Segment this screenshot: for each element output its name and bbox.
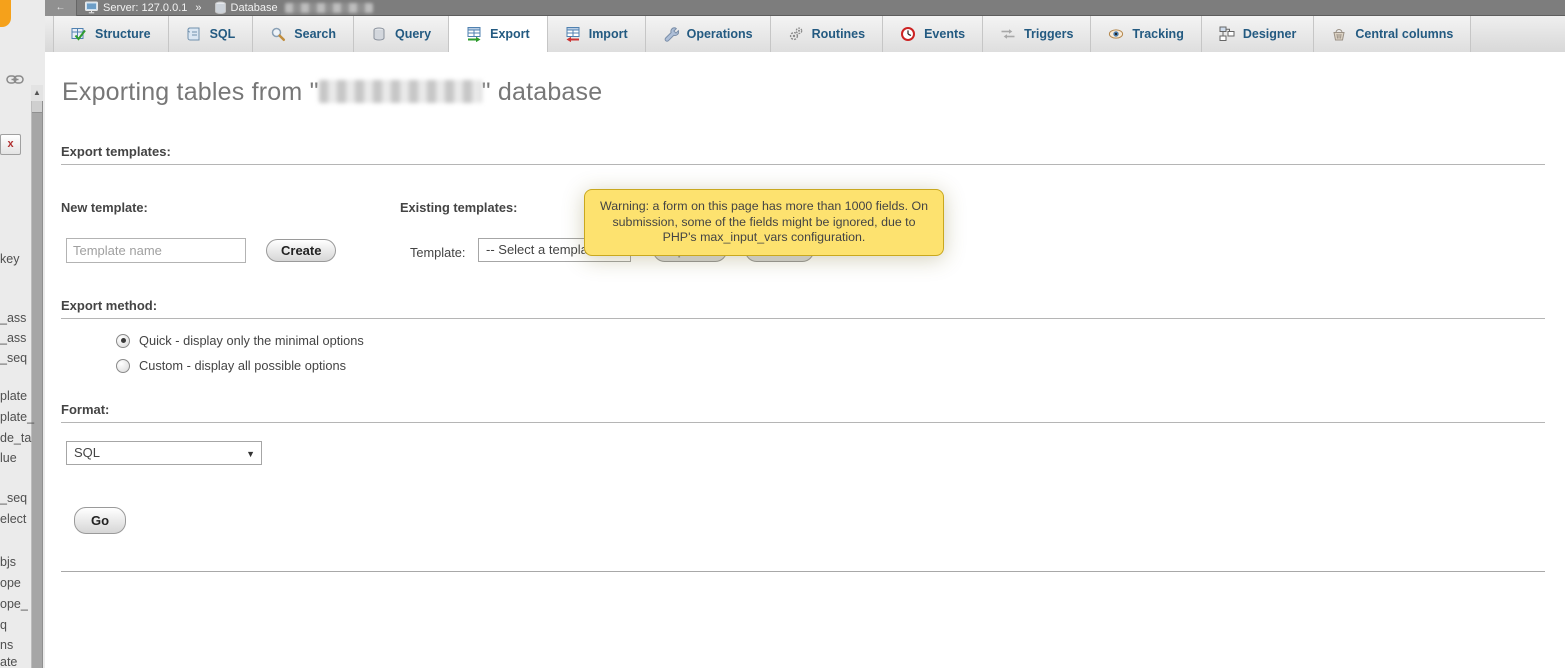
- custom-radio-button[interactable]: [116, 359, 130, 373]
- nav-item-fragment[interactable]: key: [0, 253, 19, 266]
- tab-triggers[interactable]: Triggers: [983, 16, 1091, 52]
- tab-sql[interactable]: SQL: [169, 16, 254, 52]
- nav-item-fragment[interactable]: ope_: [0, 598, 28, 611]
- tab-central-columns[interactable]: Central columns: [1314, 16, 1471, 52]
- events-icon: [900, 26, 916, 42]
- max-input-vars-warning: Warning: a form on this page has more th…: [584, 189, 944, 256]
- link-icon[interactable]: [6, 73, 24, 86]
- tab-label: Designer: [1243, 27, 1297, 41]
- new-template-label: New template:: [61, 200, 148, 215]
- format-select[interactable]: SQL ▼: [66, 441, 262, 465]
- breadcrumb-separator: »: [195, 0, 201, 16]
- tab-label: Tracking: [1132, 27, 1183, 41]
- tab-export[interactable]: Export: [449, 16, 548, 52]
- redacted-database-name: [285, 3, 373, 13]
- breadcrumb-server[interactable]: Server: 127.0.0.1: [103, 0, 187, 16]
- routines-icon: [788, 26, 804, 42]
- tracking-icon: [1108, 26, 1124, 42]
- tab-label: Routines: [812, 27, 865, 41]
- nav-item-fragment[interactable]: bjs: [0, 556, 16, 569]
- tab-label: Query: [395, 27, 431, 41]
- tab-structure[interactable]: Structure: [53, 16, 169, 52]
- tab-bar: Structure SQL Search Query Export Import Opera…: [45, 16, 1565, 52]
- search-icon: [270, 26, 286, 42]
- tab-routines[interactable]: Routines: [771, 16, 883, 52]
- tab-label: Export: [490, 27, 530, 41]
- nav-item-fragment[interactable]: ate: [0, 656, 17, 668]
- operations-icon: [663, 26, 679, 42]
- structure-icon: [71, 26, 87, 42]
- designer-icon: [1219, 26, 1235, 42]
- export-icon: [466, 26, 482, 42]
- navigation-panel: ▲ x key_ass_ass_seqplateplate_de_talue_s…: [0, 0, 45, 668]
- tab-label: Structure: [95, 27, 151, 41]
- tab-label: Import: [589, 27, 628, 41]
- custom-radio-label[interactable]: Custom - display all possible options: [139, 358, 346, 373]
- tab-designer[interactable]: Designer: [1202, 16, 1315, 52]
- existing-templates-label: Existing templates:: [400, 200, 517, 215]
- template-name-input[interactable]: [66, 238, 246, 263]
- quick-radio-label[interactable]: Quick - display only the minimal options: [139, 333, 364, 348]
- nav-item-fragment[interactable]: ns: [0, 639, 13, 652]
- breadcrumb-database[interactable]: Database: [231, 0, 278, 16]
- back-button[interactable]: ←: [45, 0, 77, 16]
- export-templates-section-title: Export templates:: [61, 144, 1545, 165]
- tab-label: Operations: [687, 27, 753, 41]
- nav-item-fragment[interactable]: plate_: [0, 411, 34, 424]
- nav-item-fragment[interactable]: _ass: [0, 332, 26, 345]
- tab-label: Triggers: [1024, 27, 1073, 41]
- tab-label: Search: [294, 27, 336, 41]
- server-icon: [85, 1, 99, 14]
- format-section-title: Format:: [61, 402, 1545, 423]
- page-title-suffix: " database: [482, 78, 603, 106]
- tab-tracking[interactable]: Tracking: [1091, 16, 1201, 52]
- page-title: Exporting tables from " " database: [62, 78, 602, 107]
- tab-operations[interactable]: Operations: [646, 16, 771, 52]
- export-method-custom-option: Custom - display all possible options: [116, 358, 346, 373]
- triggers-icon: [1000, 26, 1016, 42]
- database-icon: [214, 1, 227, 15]
- nav-item-fragment[interactable]: _seq: [0, 352, 27, 365]
- nav-item-fragment[interactable]: elect: [0, 513, 26, 526]
- nav-item-fragment[interactable]: _ass: [0, 312, 26, 325]
- quick-radio-button[interactable]: [116, 334, 130, 348]
- go-button[interactable]: Go: [74, 507, 126, 534]
- query-icon: [371, 26, 387, 42]
- tab-query[interactable]: Query: [354, 16, 449, 52]
- phpmyadmin-export-page: ▲ x key_ass_ass_seqplateplate_de_talue_s…: [0, 0, 1565, 668]
- nav-item-fragment[interactable]: q: [0, 619, 7, 632]
- template-label: Template:: [410, 245, 465, 260]
- nav-item-fragment[interactable]: ope: [0, 577, 21, 590]
- nav-scrollbar-thumb[interactable]: [32, 112, 42, 668]
- nav-scrollbar-up-arrow[interactable]: ▲: [31, 85, 43, 101]
- bottom-divider: [61, 571, 1545, 572]
- nav-item-fragment[interactable]: de_ta: [0, 432, 31, 445]
- tab-label: Central columns: [1355, 27, 1453, 41]
- import-icon: [565, 26, 581, 42]
- page-title-prefix: Exporting tables from ": [62, 78, 319, 106]
- create-template-button[interactable]: Create: [266, 239, 336, 262]
- central-columns-icon: [1331, 26, 1347, 42]
- export-method-quick-option: Quick - display only the minimal options: [116, 333, 364, 348]
- chevron-down-icon: ▼: [246, 443, 255, 465]
- tab-label: Events: [924, 27, 965, 41]
- format-select-value: SQL: [74, 445, 100, 460]
- nav-item-fragment[interactable]: plate: [0, 390, 27, 403]
- phpmyadmin-logo-fragment: [0, 0, 11, 27]
- nav-item-fragment[interactable]: lue: [0, 452, 17, 465]
- tab-search[interactable]: Search: [253, 16, 354, 52]
- tab-label: SQL: [210, 27, 236, 41]
- sql-icon: [186, 26, 202, 42]
- tab-import[interactable]: Import: [548, 16, 646, 52]
- nav-close-button[interactable]: x: [0, 134, 21, 155]
- nav-item-fragment[interactable]: _seq: [0, 492, 27, 505]
- breadcrumb-bar: ← Server: 127.0.0.1 » Database: [45, 0, 1565, 16]
- redacted-database-name: [319, 80, 482, 103]
- export-method-section-title: Export method:: [61, 298, 1545, 319]
- export-page-content: Exporting tables from " " database Export…: [45, 52, 1565, 668]
- tab-events[interactable]: Events: [883, 16, 983, 52]
